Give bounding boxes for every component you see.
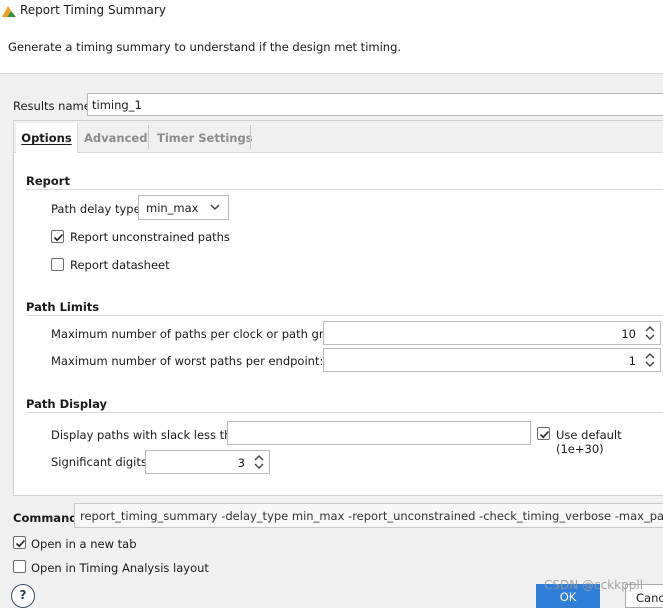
use-default-label: Use default (1e+30) bbox=[556, 428, 622, 456]
description-text: Generate a timing summary to understand … bbox=[8, 40, 402, 54]
spinner-arrows-icon[interactable] bbox=[253, 453, 265, 471]
significant-digits-spinner[interactable]: 3 bbox=[145, 450, 270, 474]
significant-digits-value: 3 bbox=[237, 456, 245, 470]
tab-bar: Options Advanced Timer Settings bbox=[14, 121, 663, 153]
significant-digits-label: Significant digits: bbox=[51, 455, 151, 469]
spinner-arrows-icon[interactable] bbox=[644, 324, 656, 342]
slack-label: Display paths with slack less than: bbox=[51, 428, 250, 442]
vivado-logo-icon bbox=[2, 6, 16, 17]
open-timing-layout-checkbox[interactable] bbox=[13, 560, 26, 573]
max-paths-label: Maximum number of paths per clock or pat… bbox=[51, 327, 349, 341]
tab-separator bbox=[250, 125, 251, 149]
help-button[interactable]: ? bbox=[11, 584, 35, 608]
section-divider bbox=[26, 412, 663, 413]
max-worst-paths-spinner[interactable]: 1 bbox=[323, 348, 661, 372]
report-datasheet-label: Report datasheet bbox=[70, 258, 170, 272]
section-divider bbox=[26, 189, 663, 190]
path-limits-heading: Path Limits bbox=[26, 300, 100, 314]
path-delay-type-value: min_max bbox=[146, 201, 199, 215]
path-delay-type-select[interactable]: min_max bbox=[138, 195, 229, 220]
command-field[interactable]: report_timing_summary -delay_type min_ma… bbox=[74, 503, 663, 528]
tab-separator bbox=[148, 125, 149, 149]
title-bar: Report Timing Summary bbox=[0, 0, 663, 22]
report-unconstrained-checkbox[interactable] bbox=[51, 230, 64, 243]
open-new-tab-label: Open in a new tab bbox=[31, 537, 137, 551]
tab-timer-settings[interactable]: Timer Settings bbox=[157, 123, 253, 153]
use-default-checkbox[interactable] bbox=[537, 427, 550, 440]
report-heading: Report bbox=[26, 174, 70, 188]
spinner-arrows-icon[interactable] bbox=[644, 351, 656, 369]
command-label: Command: bbox=[13, 511, 83, 525]
path-display-heading: Path Display bbox=[26, 397, 107, 411]
watermark: CSDN @cckkppll bbox=[544, 578, 644, 592]
tab-advanced[interactable]: Advanced bbox=[84, 123, 147, 153]
report-datasheet-checkbox[interactable] bbox=[51, 258, 64, 271]
chevron-down-icon bbox=[210, 204, 220, 211]
options-panel: Options Advanced Timer Settings Report P… bbox=[13, 120, 663, 496]
open-new-tab-checkbox[interactable] bbox=[13, 536, 26, 549]
max-worst-paths-value: 1 bbox=[628, 354, 636, 368]
path-delay-type-label: Path delay type: bbox=[51, 202, 145, 216]
max-worst-paths-label: Maximum number of worst paths per endpoi… bbox=[51, 354, 324, 368]
checkmark-icon bbox=[539, 430, 550, 439]
open-timing-layout-label: Open in Timing Analysis layout bbox=[31, 561, 209, 575]
section-divider bbox=[26, 315, 663, 316]
max-paths-spinner[interactable]: 10 bbox=[323, 321, 661, 345]
checkmark-icon bbox=[53, 233, 64, 242]
max-paths-value: 10 bbox=[621, 327, 636, 341]
window-title: Report Timing Summary bbox=[20, 3, 166, 17]
report-unconstrained-label: Report unconstrained paths bbox=[70, 230, 230, 244]
tab-options[interactable]: Options bbox=[16, 123, 78, 153]
description-band: Generate a timing summary to understand … bbox=[0, 22, 663, 74]
slack-input[interactable] bbox=[227, 421, 531, 445]
results-name-input[interactable] bbox=[87, 93, 663, 116]
results-name-label: Results name: bbox=[13, 99, 95, 113]
checkmark-icon bbox=[15, 539, 26, 548]
